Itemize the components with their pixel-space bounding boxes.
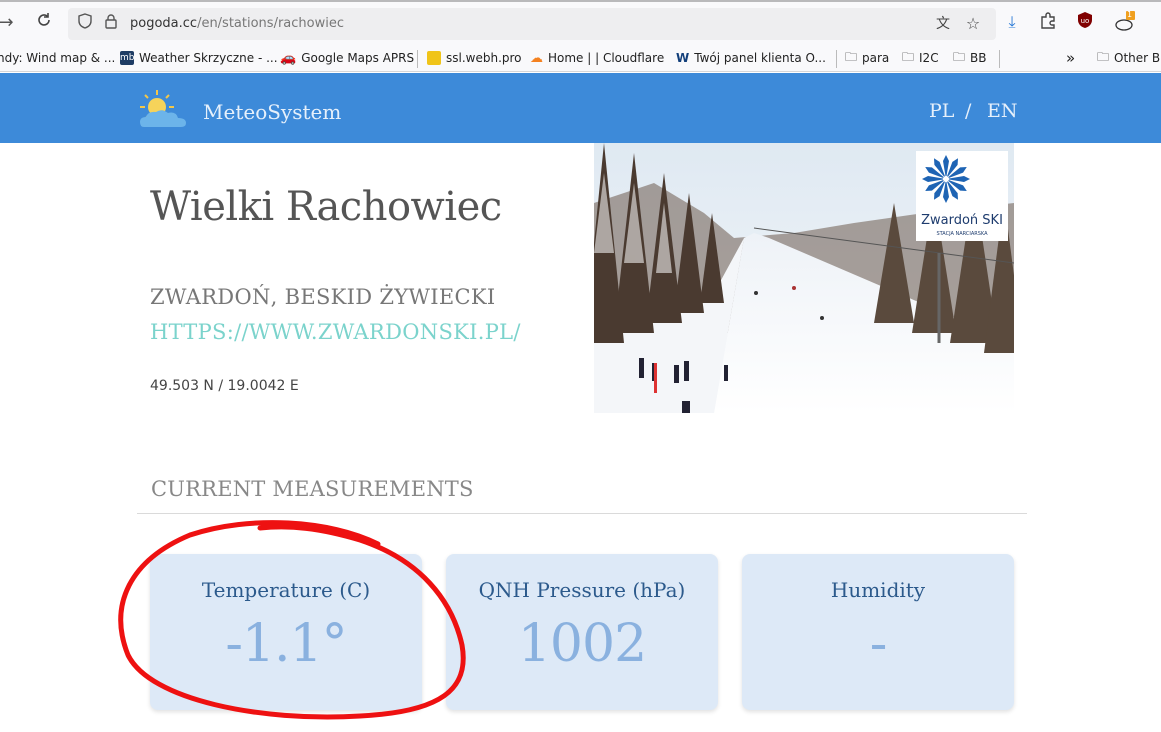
reload-icon[interactable] (32, 11, 56, 35)
url-text[interactable]: pogoda.cc/en/stations/rachowiec (130, 16, 344, 31)
bookmark-label: Home | | Cloudflare (548, 51, 665, 65)
folder-icon: 🗀 (953, 49, 966, 64)
mb-icon: mb (120, 51, 135, 65)
folder-icon: 🗀 (902, 49, 915, 64)
extension-badge-icon[interactable] (1114, 11, 1136, 33)
address-bar[interactable]: pogoda.cc/en/stations/rachowiec 文 ☆ (68, 8, 996, 40)
divider (417, 50, 418, 68)
bookmark-label: BB (970, 51, 987, 65)
bookmark-item[interactable]: 🚗 Google Maps APRS (280, 49, 414, 67)
divider (836, 50, 837, 68)
pressure-card: QNH Pressure (hPa) 1002 (446, 554, 718, 710)
car-icon: 🚗 (280, 50, 297, 66)
card-label: Humidity (830, 578, 926, 602)
svg-text:uo: uo (1081, 17, 1090, 25)
bookmark-folder[interactable]: 🗀 I2C (902, 49, 939, 67)
photo-logo-subtext: STACJA NARCIARSKA (936, 231, 988, 237)
temperature-value: -1.1° (225, 614, 347, 674)
site-header: MeteoSystem PL / EN (0, 73, 1161, 143)
bookmarks-bar: ndy: Wind map & ... mb Weather Skrzyczne … (0, 44, 1161, 72)
station-name: Wielki Rachowiec (150, 184, 502, 230)
humidity-value: - (869, 614, 888, 674)
forward-arrow-icon[interactable]: → (0, 11, 18, 35)
lang-pl-link[interactable]: PL (929, 100, 954, 122)
lang-en-link[interactable]: EN (987, 100, 1018, 122)
bookmark-item[interactable]: W Twój panel klienta O... (676, 49, 826, 67)
temperature-card: Temperature (C) -1.1° (150, 554, 422, 710)
photo-logo-text: Zwardoń SKI (921, 213, 1003, 228)
folder-icon: 🗀 (845, 49, 858, 64)
bookmark-folder[interactable]: 🗀 Other B (1097, 49, 1160, 67)
url-host: pogoda.cc (130, 16, 198, 31)
bookmark-label: Twój panel klienta O... (694, 51, 826, 65)
download-icon[interactable]: ⤓ (1001, 11, 1023, 33)
bookmark-item[interactable]: ssl.webh.pro (427, 49, 522, 67)
station-coordinates: 49.503 N / 19.0042 E (150, 378, 299, 394)
bookmark-label: I2C (919, 51, 939, 65)
star-icon[interactable]: ☆ (962, 13, 984, 35)
bookmark-folder[interactable]: 🗀 para (845, 49, 889, 67)
page-icon (427, 51, 441, 65)
shield-icon[interactable] (74, 13, 96, 35)
bookmark-label: ssl.webh.pro (446, 51, 522, 65)
lock-icon[interactable] (100, 13, 122, 35)
more-bookmarks-icon[interactable]: » (1066, 49, 1075, 67)
folder-icon: 🗀 (1097, 49, 1110, 64)
bookmark-label: Other B (1114, 51, 1161, 65)
browser-toolbar: → pogoda.cc/en/stations/rachowiec 文 ☆ ⤓ … (0, 0, 1161, 44)
lang-separator: / (965, 100, 972, 122)
bookmark-label: ndy: Wind map & ... (0, 51, 116, 65)
bookmark-label: Google Maps APRS (301, 51, 415, 65)
station-website-link[interactable]: HTTPS://WWW.ZWARDONSKI.PL/ (150, 320, 521, 344)
divider (999, 50, 1000, 68)
pressure-value: 1002 (517, 614, 647, 674)
bookmark-folder[interactable]: 🗀 BB (953, 49, 986, 67)
card-label: QNH Pressure (hPa) (478, 578, 686, 602)
humidity-card: Humidity - (742, 554, 1014, 710)
bookmark-item[interactable]: ndy: Wind map & ... (0, 49, 115, 67)
ovh-icon: W (676, 51, 690, 65)
station-photo: Zwardoń SKI STACJA NARCIARSKA (594, 143, 1014, 413)
bookmark-item[interactable]: mb Weather Skrzyczne - ... (120, 49, 278, 67)
url-path: /en/stations/rachowiec (197, 16, 344, 31)
section-title: CURRENT MEASUREMENTS (151, 477, 474, 501)
brand-name[interactable]: MeteoSystem (203, 100, 341, 124)
sun-cloud-logo-icon[interactable] (138, 89, 190, 129)
bookmark-item[interactable]: ☁ Home | | Cloudflare (530, 49, 664, 67)
notification-count: 1 (1127, 10, 1133, 19)
bookmark-label: Weather Skrzyczne - ... (139, 51, 278, 65)
bookmark-label: para (862, 51, 890, 65)
card-label: Temperature (C) (201, 578, 371, 602)
extensions-icon[interactable] (1037, 11, 1059, 33)
cloudflare-icon: ☁ (530, 50, 543, 66)
translate-icon[interactable]: 文 (932, 13, 954, 35)
section-divider (137, 513, 1027, 514)
ublock-icon[interactable]: uo (1074, 11, 1096, 33)
station-region: ZWARDOŃ, BESKID ŻYWIECKI (150, 285, 496, 309)
